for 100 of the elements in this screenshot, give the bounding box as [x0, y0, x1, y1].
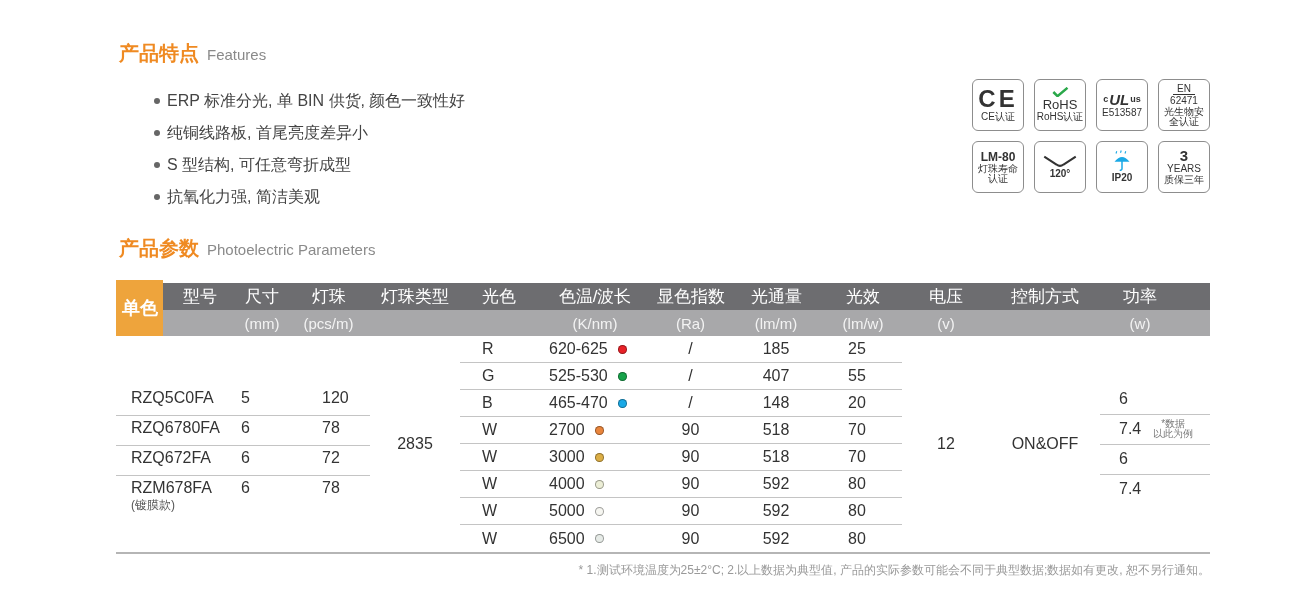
column-header: 灯珠 — [311, 286, 346, 308]
temperature-cell: 465-470 — [549, 394, 608, 412]
column-header: 功率 — [1123, 286, 1157, 308]
ra-cell: / — [688, 367, 693, 384]
size-cell: 6 — [241, 449, 250, 466]
model-cell: RZQ6780FA — [131, 419, 220, 437]
size-cell: 5 — [241, 389, 250, 406]
flux-cell: 592 — [762, 502, 790, 519]
ra-cell: / — [688, 340, 693, 357]
years-label: YEARS — [1167, 164, 1201, 175]
column-header: 电压 — [929, 286, 963, 308]
column-header: 型号 — [183, 286, 217, 308]
flux-cell: 518 — [762, 421, 790, 438]
flux-cell: 407 — [762, 367, 790, 384]
temperature-cell: 2700 — [549, 421, 585, 439]
ra-cell: 90 — [681, 448, 700, 465]
section-subtitle: Photoelectric Parameters — [207, 241, 376, 258]
temperature-cell: 5000 — [549, 502, 585, 520]
badge-caption: E513587 — [1101, 107, 1142, 119]
ra-cell: 90 — [681, 529, 700, 547]
umbrella-icon — [1113, 150, 1131, 173]
model-cell: RZQ5C0FA — [131, 389, 214, 407]
control-cell: ON&OFF — [1011, 435, 1079, 453]
efficacy-cell: 20 — [848, 394, 866, 411]
flux-cell: 518 — [762, 448, 790, 465]
efficacy-cell: 55 — [848, 367, 866, 384]
temperature-cell: 525-530 — [549, 367, 608, 385]
bullet-icon — [154, 162, 160, 168]
column-header: 色温/波长 — [558, 286, 632, 308]
bullet-icon — [154, 130, 160, 136]
model-note: (镀膜款) — [131, 497, 175, 514]
badge-caption: 质保三年 — [1164, 175, 1204, 186]
temperature-cell: 620-625 — [549, 340, 608, 358]
temperature-cell: 3000 — [549, 448, 585, 466]
power-note: *数据 — [1161, 418, 1186, 429]
density-cell: 78 — [322, 479, 340, 496]
density-cell: 120 — [322, 389, 349, 406]
column-header: 尺寸 — [245, 286, 279, 308]
ra-cell: 90 — [681, 502, 700, 519]
rohs-mark: RoHS — [1042, 98, 1078, 112]
flux-cell: 592 — [762, 475, 790, 492]
ce-mark: CE — [978, 87, 1018, 112]
voltage-cell: 12 — [937, 435, 955, 453]
size-cell: 6 — [241, 479, 250, 496]
light-color-cell: W — [482, 448, 498, 465]
power-cell: 6 — [1119, 450, 1128, 468]
power-note: 以此为例 — [1153, 429, 1194, 440]
section-title: 产品特点 — [119, 41, 199, 66]
bullet-icon — [154, 98, 160, 104]
power-cell: 6 — [1119, 390, 1128, 408]
light-color-cell: W — [482, 421, 498, 438]
temperature-cell: 4000 — [549, 475, 585, 493]
table-corner: 单色 — [116, 280, 163, 336]
light-color-cell: W — [482, 502, 498, 519]
column-header: 光色 — [481, 286, 516, 308]
bullet-icon — [154, 194, 160, 200]
warranty-years: 3 — [1179, 148, 1189, 164]
section-subtitle: Features — [207, 46, 267, 63]
temperature-cell: 6500 — [549, 529, 585, 548]
column-header: 光通量 — [750, 286, 802, 308]
badge-caption: 灯珠寿命认证 — [977, 163, 1019, 184]
flux-cell: 185 — [762, 340, 790, 357]
column-unit: (Ra) — [675, 315, 706, 331]
column-unit: (K/nm) — [572, 315, 618, 331]
standard-number: 62471 — [1170, 95, 1198, 106]
column-header: 控制方式 — [1011, 286, 1079, 308]
column-unit: (lm/m) — [754, 315, 798, 331]
column-header: 灯珠类型 — [381, 286, 449, 308]
feature-text: ERP 标准分光, 单 BIN 供货, 颜色一致性好 — [167, 90, 466, 111]
check-icon — [1051, 87, 1069, 98]
efficacy-cell: 80 — [848, 502, 866, 519]
badge-caption: RoHS认证 — [1036, 112, 1084, 123]
badge-caption: 光生物安全认证 — [1163, 106, 1205, 127]
model-cell: RZM678FA — [131, 479, 212, 497]
efficacy-cell: 70 — [848, 421, 866, 438]
light-color-cell: G — [482, 367, 495, 384]
column-unit: (lm/w) — [842, 315, 884, 331]
light-color-cell: B — [482, 394, 493, 411]
ra-cell: 90 — [681, 421, 700, 438]
beam-angle-icon — [1042, 154, 1078, 169]
feature-text: S 型结构, 可任意弯折成型 — [167, 154, 351, 175]
model-cell: RZQ672FA — [131, 449, 212, 467]
column-unit: (mm) — [244, 315, 280, 331]
power-cell: 7.4 — [1119, 420, 1142, 438]
lm80-mark: LM-80 — [980, 150, 1016, 163]
feature-text: 纯铜线路板, 首尾亮度差异小 — [167, 122, 368, 143]
badge-caption: IP20 — [1111, 173, 1133, 184]
light-color-cell: W — [482, 529, 498, 547]
size-cell: 6 — [241, 419, 250, 436]
column-unit: (pcs/m) — [303, 315, 354, 331]
light-color-cell: W — [482, 475, 498, 492]
column-header: 光效 — [846, 286, 880, 308]
efficacy-cell: 80 — [848, 529, 866, 547]
density-cell: 78 — [322, 419, 340, 436]
en-mark: EN — [1173, 83, 1195, 95]
section-title: 产品参数 — [119, 236, 199, 261]
light-color-cell: R — [482, 340, 494, 357]
column-unit: (w) — [1129, 315, 1151, 331]
badge-caption: 120° — [1049, 169, 1071, 180]
column-unit: (v) — [937, 315, 955, 331]
